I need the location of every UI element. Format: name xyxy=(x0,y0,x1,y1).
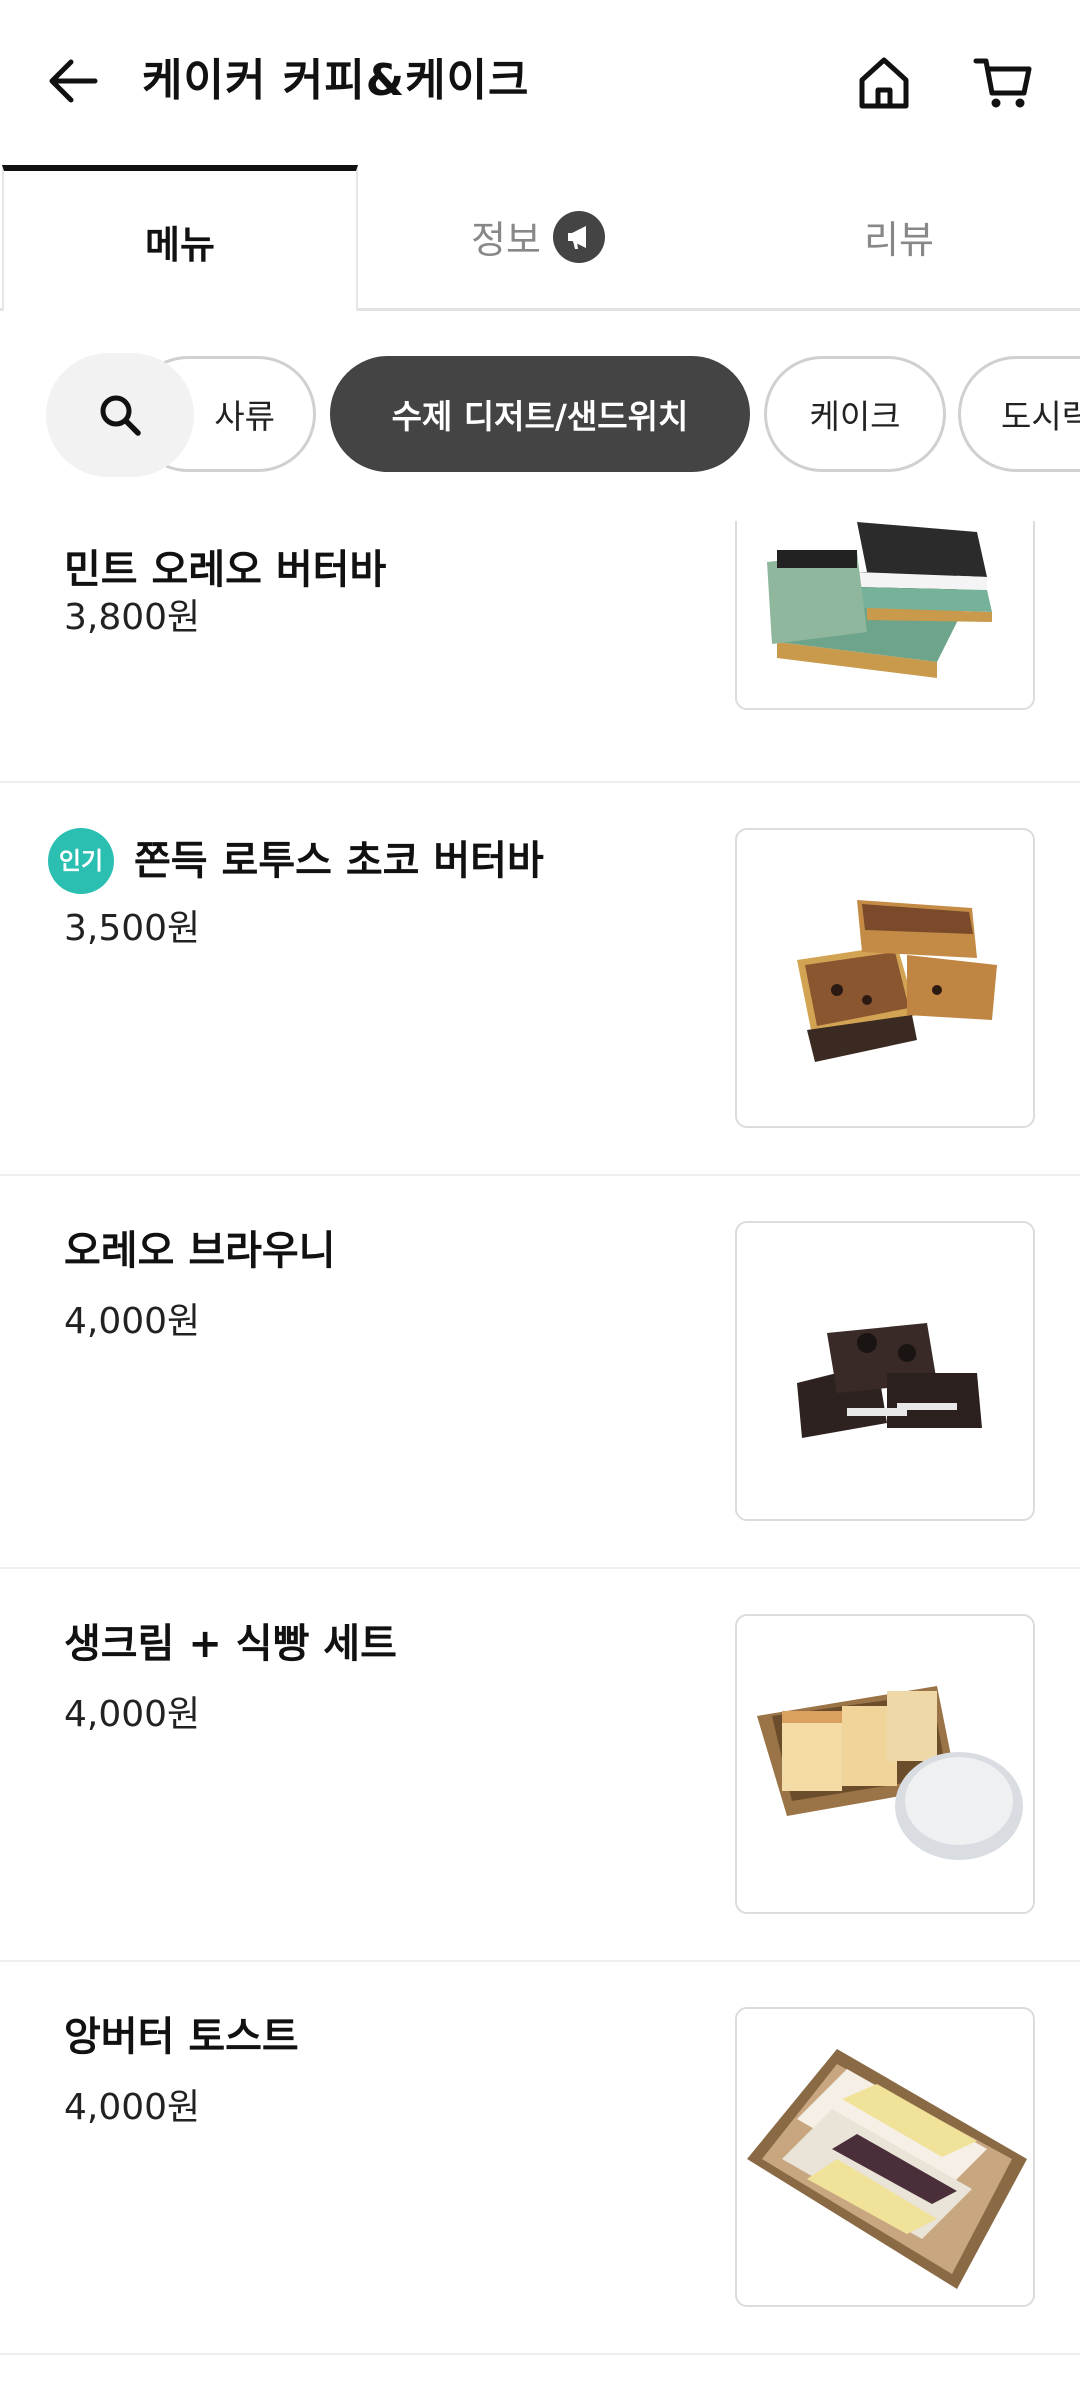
store-title: 케이커 커피&케이크 xyxy=(142,55,530,106)
menu-item[interactable]: 앙버터 토스트 4,000원 xyxy=(0,1962,1080,2355)
back-button[interactable] xyxy=(42,50,104,112)
menu-item[interactable]: 인기 쫀득 로투스 초코 버터바 3,500원 xyxy=(0,783,1080,1176)
popular-badge: 인기 xyxy=(48,828,114,894)
category-chip[interactable]: 도시락 xyxy=(958,356,1080,472)
menu-item-photo xyxy=(735,2007,1035,2307)
tab-review[interactable]: 리뷰 xyxy=(718,165,1080,308)
category-chip-label: 사류 xyxy=(214,397,275,436)
category-chip-label: 케이크 xyxy=(809,397,901,436)
search-icon xyxy=(100,395,141,436)
store-tabs: 메뉴 정보 리뷰 xyxy=(0,165,1080,311)
arrow-left-icon xyxy=(49,59,98,103)
category-chip-label: 수제 디저트/샌드위치 xyxy=(391,397,689,436)
menu-item[interactable]: 민트 오레오 버터바 3,800원 xyxy=(0,521,1080,783)
menu-item-name: 쫀득 로투스 초코 버터바 xyxy=(134,838,544,884)
menu-item-price: 3,500원 xyxy=(64,908,201,949)
tab-review-label: 리뷰 xyxy=(864,218,934,262)
home-button[interactable] xyxy=(852,50,916,114)
cart-button[interactable] xyxy=(970,50,1036,114)
category-search-button[interactable] xyxy=(46,353,194,477)
megaphone-icon xyxy=(552,210,605,263)
menu-item-price: 3,800원 xyxy=(64,597,201,638)
category-chip-label: 도시락 xyxy=(1001,397,1080,436)
menu-item-price: 4,000원 xyxy=(64,1694,201,1735)
menu-item-price: 4,000원 xyxy=(64,1301,201,1342)
tab-menu-label: 메뉴 xyxy=(145,222,215,267)
tab-menu[interactable]: 메뉴 xyxy=(2,165,358,311)
menu-item-photo xyxy=(735,1614,1035,1914)
menu-item-name: 생크림 + 식빵 세트 xyxy=(64,1621,397,1667)
menu-item-name: 오레오 브라우니 xyxy=(64,1228,336,1274)
app-header: 케이커 커피&케이크 xyxy=(0,0,1080,165)
menu-item-price: 4,000원 xyxy=(64,2087,201,2128)
menu-item-photo xyxy=(735,1221,1035,1521)
home-icon xyxy=(859,57,909,109)
tab-info[interactable]: 정보 xyxy=(358,165,718,308)
menu-item[interactable]: 생크림 + 식빵 세트 4,000원 xyxy=(0,1569,1080,1962)
menu-list[interactable]: 민트 오레오 버터바 3,800원 인기 쫀득 로투스 초코 버터바 3,500… xyxy=(0,521,1080,2402)
category-chip[interactable]: 케이크 xyxy=(764,356,946,472)
menu-item[interactable]: 오레오 브라우니 4,000원 xyxy=(0,1176,1080,1569)
menu-item-name-row: 인기 쫀득 로투스 초코 버터바 xyxy=(48,828,544,894)
tab-info-label: 정보 xyxy=(471,218,541,262)
category-chip-bar[interactable]: 사류 수제 디저트/샌드위치 케이크 도시락 xyxy=(0,311,1080,521)
menu-item-photo xyxy=(735,828,1035,1128)
cart-icon xyxy=(973,58,1032,108)
menu-item-photo xyxy=(735,521,1035,710)
category-chip-selected[interactable]: 수제 디저트/샌드위치 xyxy=(330,356,750,472)
menu-item-name: 앙버터 토스트 xyxy=(64,2014,299,2060)
